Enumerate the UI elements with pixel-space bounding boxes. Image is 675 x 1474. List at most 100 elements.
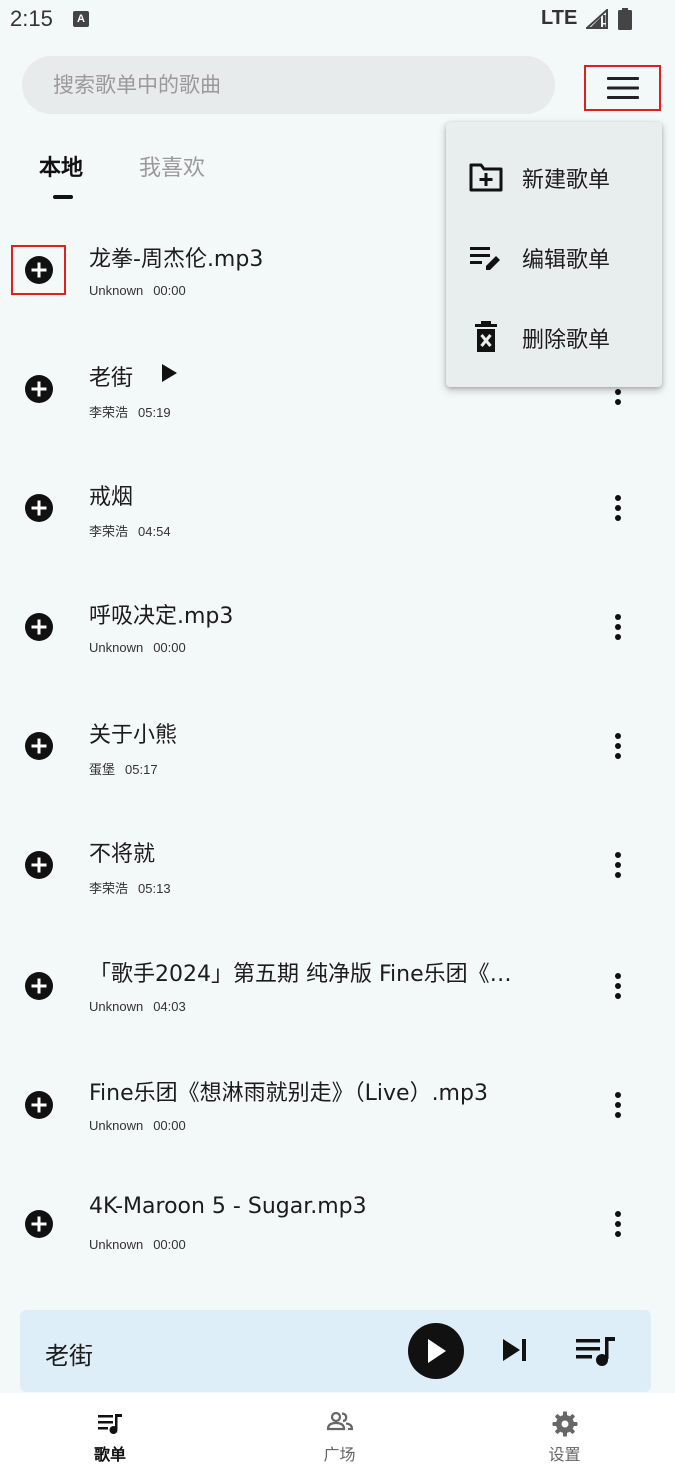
song-artist: Unknown: [89, 999, 144, 1014]
status-time: 2:15: [10, 6, 53, 31]
now-playing-icon: [162, 364, 177, 382]
more-options-button[interactable]: [606, 850, 630, 880]
song-meta: Unknown 00:00: [89, 283, 186, 298]
menu-item-label: 编辑歌单: [522, 248, 611, 273]
network-type: LTE: [541, 7, 578, 29]
now-playing-title: 老街: [45, 1342, 93, 1370]
signal-icon: [586, 9, 608, 29]
play-button[interactable]: [408, 1323, 464, 1379]
battery-icon: [618, 8, 632, 30]
list-item[interactable]: 不将就 李荣浩 05:13: [0, 815, 675, 934]
nav-label: 广场: [323, 1445, 356, 1464]
song-meta: 李荣浩 05:13: [89, 878, 171, 897]
menu-item-label: 删除歌单: [522, 328, 611, 353]
song-duration: 00:00: [153, 640, 186, 655]
list-item[interactable]: 呼吸决定.mp3 Unknown 00:00: [0, 577, 675, 696]
song-meta: Unknown 00:00: [89, 1237, 186, 1252]
song-meta: Unknown 00:00: [89, 640, 186, 655]
menu-item-delete-playlist[interactable]: 删除歌单: [446, 296, 662, 376]
song-artist: Unknown: [89, 1118, 144, 1133]
hamburger-menu-icon: [606, 77, 639, 99]
add-circle-icon[interactable]: [24, 255, 54, 285]
more-vert-icon: [615, 1211, 621, 1237]
keyboard-notification-icon: A: [73, 11, 89, 27]
song-title: Fine乐团《想淋雨就别走》（Live）.mp3: [89, 1081, 488, 1106]
add-circle-icon[interactable]: [24, 1090, 54, 1120]
nav-label: 设置: [548, 1445, 581, 1464]
more-options-button[interactable]: [606, 493, 630, 523]
more-vert-icon: [615, 614, 621, 640]
add-circle-icon[interactable]: [24, 493, 54, 523]
song-duration: 05:13: [138, 881, 171, 896]
play-icon: [428, 1339, 446, 1363]
song-artist: 李荣浩: [89, 881, 129, 896]
more-vert-icon: [615, 973, 621, 999]
song-title: 4K-Maroon 5 - Sugar.mp3: [89, 1194, 367, 1219]
song-title: 呼吸决定.mp3: [89, 604, 234, 629]
song-artist: 蛋堡: [89, 762, 116, 777]
song-title: 戒烟: [89, 485, 134, 510]
more-options-button[interactable]: [606, 1209, 630, 1239]
song-title: 老街: [89, 366, 134, 391]
add-circle-icon[interactable]: [24, 971, 54, 1001]
nav-item-playlist[interactable]: 歌单: [0, 1393, 220, 1474]
song-artist: Unknown: [89, 1237, 144, 1252]
song-duration: 00:00: [153, 1118, 186, 1133]
more-options-button[interactable]: [606, 731, 630, 761]
queue-music-icon[interactable]: [575, 1335, 617, 1367]
add-circle-icon[interactable]: [24, 850, 54, 880]
more-vert-icon: [615, 495, 621, 521]
playlist-popup-menu: 新建歌单 编辑歌单 删除歌单: [446, 122, 662, 387]
list-item[interactable]: 关于小熊 蛋堡 05:17: [0, 696, 675, 815]
menu-item-edit-playlist[interactable]: 编辑歌单: [446, 216, 662, 296]
add-circle-icon[interactable]: [24, 1209, 54, 1239]
gear-icon: [552, 1411, 577, 1437]
add-circle-icon[interactable]: [24, 374, 54, 404]
song-meta: 蛋堡 05:17: [89, 759, 158, 778]
add-circle-icon[interactable]: [24, 731, 54, 761]
song-artist: 李荣浩: [89, 405, 129, 420]
song-duration: 00:00: [153, 283, 186, 298]
search-bar[interactable]: [22, 56, 555, 114]
song-artist: Unknown: [89, 283, 144, 298]
mini-player[interactable]: 老街: [20, 1310, 651, 1392]
add-circle-icon[interactable]: [24, 612, 54, 642]
list-item[interactable]: 「歌手2024」第五期 纯净版 Fine乐团《… Unknown 04:03: [0, 934, 675, 1053]
tab-local[interactable]: 本地: [39, 150, 83, 182]
more-vert-icon: [615, 1092, 621, 1118]
more-vert-icon: [615, 733, 621, 759]
bottom-nav: 歌单 广场 设置: [0, 1393, 675, 1474]
more-options-button[interactable]: [606, 1090, 630, 1120]
song-title: 「歌手2024」第五期 纯净版 Fine乐团《…: [89, 962, 512, 987]
people-icon: [326, 1411, 353, 1431]
song-duration: 04:03: [153, 999, 186, 1014]
song-duration: 04:54: [138, 524, 171, 539]
song-meta: Unknown 00:00: [89, 1118, 186, 1133]
delete-icon: [475, 321, 497, 352]
list-item[interactable]: 戒烟 李荣浩 04:54: [0, 458, 675, 577]
search-input[interactable]: [22, 56, 555, 114]
nav-label: 歌单: [93, 1445, 126, 1464]
song-duration: 05:19: [138, 405, 171, 420]
song-artist: 李荣浩: [89, 524, 129, 539]
song-meta: Unknown 04:03: [89, 999, 186, 1014]
menu-item-new-playlist[interactable]: 新建歌单: [446, 136, 662, 216]
tab-favorites[interactable]: 我喜欢: [139, 150, 205, 182]
menu-button[interactable]: [584, 65, 661, 111]
song-title: 龙拳-周杰伦.mp3: [89, 247, 264, 272]
tab-indicator: [53, 195, 73, 199]
status-bar: 2:15 A LTE: [0, 0, 675, 40]
menu-item-label: 新建歌单: [522, 168, 611, 193]
song-meta: 李荣浩 04:54: [89, 521, 171, 540]
more-options-button[interactable]: [606, 612, 630, 642]
song-duration: 00:00: [153, 1237, 186, 1252]
list-item[interactable]: 4K-Maroon 5 - Sugar.mp3 Unknown 00:00: [0, 1172, 675, 1291]
edit-list-icon: [470, 247, 500, 270]
more-options-button[interactable]: [606, 971, 630, 1001]
list-item[interactable]: Fine乐团《想淋雨就别走》（Live）.mp3 Unknown 00:00: [0, 1053, 675, 1172]
skip-next-icon[interactable]: [501, 1337, 529, 1363]
nav-item-settings[interactable]: 设置: [452, 1393, 675, 1474]
nav-item-square[interactable]: 广场: [227, 1393, 452, 1474]
more-vert-icon: [615, 852, 621, 878]
create-folder-icon: [469, 163, 503, 192]
